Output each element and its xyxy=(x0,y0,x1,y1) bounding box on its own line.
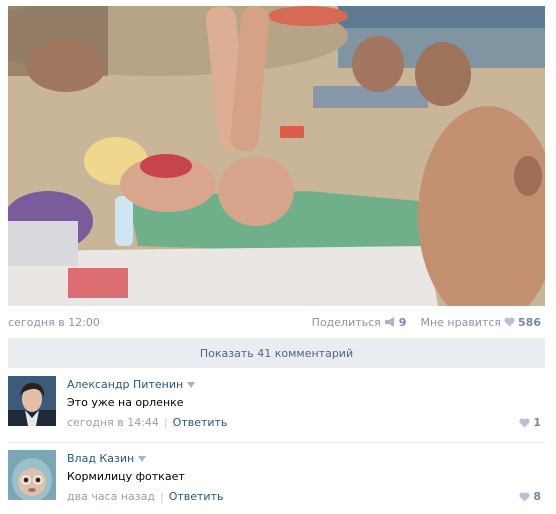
comment-time[interactable]: сегодня в 14:44 xyxy=(67,416,159,429)
comment-like-button[interactable]: 1 xyxy=(519,416,541,429)
share-label: Поделиться xyxy=(311,315,381,329)
triangle-down-icon[interactable] xyxy=(187,381,196,388)
reply-link[interactable]: Ответить xyxy=(173,416,228,429)
reply-link[interactable]: Ответить xyxy=(169,490,224,503)
comment: Александр Питенин Это уже на орленке сег… xyxy=(8,376,545,440)
share-count: 9 xyxy=(398,315,407,329)
heart-icon xyxy=(519,491,530,502)
comment-divider xyxy=(8,442,545,443)
like-label: Мне нравится xyxy=(420,315,502,329)
like-count: 586 xyxy=(518,315,541,329)
beach-photo xyxy=(8,6,545,306)
separator: | xyxy=(163,416,168,429)
comment-text: Это уже на орленке xyxy=(67,396,184,409)
comment-like-count: 8 xyxy=(533,490,541,503)
heart-icon xyxy=(504,317,515,327)
comment-like-button[interactable]: 8 xyxy=(519,490,541,503)
avatar[interactable] xyxy=(8,450,56,500)
post-photo[interactable] xyxy=(8,6,545,306)
avatar[interactable] xyxy=(8,376,56,426)
comment-text: Кормилицу фоткает xyxy=(67,470,185,483)
post-time[interactable]: сегодня в 12:00 xyxy=(8,316,312,329)
comment-time[interactable]: два часа назад xyxy=(67,490,155,503)
separator: | xyxy=(159,490,164,503)
comment-author[interactable]: Александр Питенин xyxy=(67,378,183,391)
post-meta: сегодня в 12:00 Поделиться 9 Мне нравитс… xyxy=(8,314,541,330)
comment: Влад Казин Кормилицу фоткает два часа на… xyxy=(8,450,545,514)
triangle-down-icon[interactable] xyxy=(138,455,147,462)
share-button[interactable]: Поделиться 9 xyxy=(312,316,407,329)
comment-author[interactable]: Влад Казин xyxy=(67,452,134,465)
megaphone-icon xyxy=(384,317,396,327)
show-comments-button[interactable]: Показать 41 комментарий xyxy=(8,338,545,368)
like-button[interactable]: Мне нравится 586 xyxy=(420,316,541,329)
heart-icon xyxy=(519,417,530,428)
comment-like-count: 1 xyxy=(533,416,541,429)
